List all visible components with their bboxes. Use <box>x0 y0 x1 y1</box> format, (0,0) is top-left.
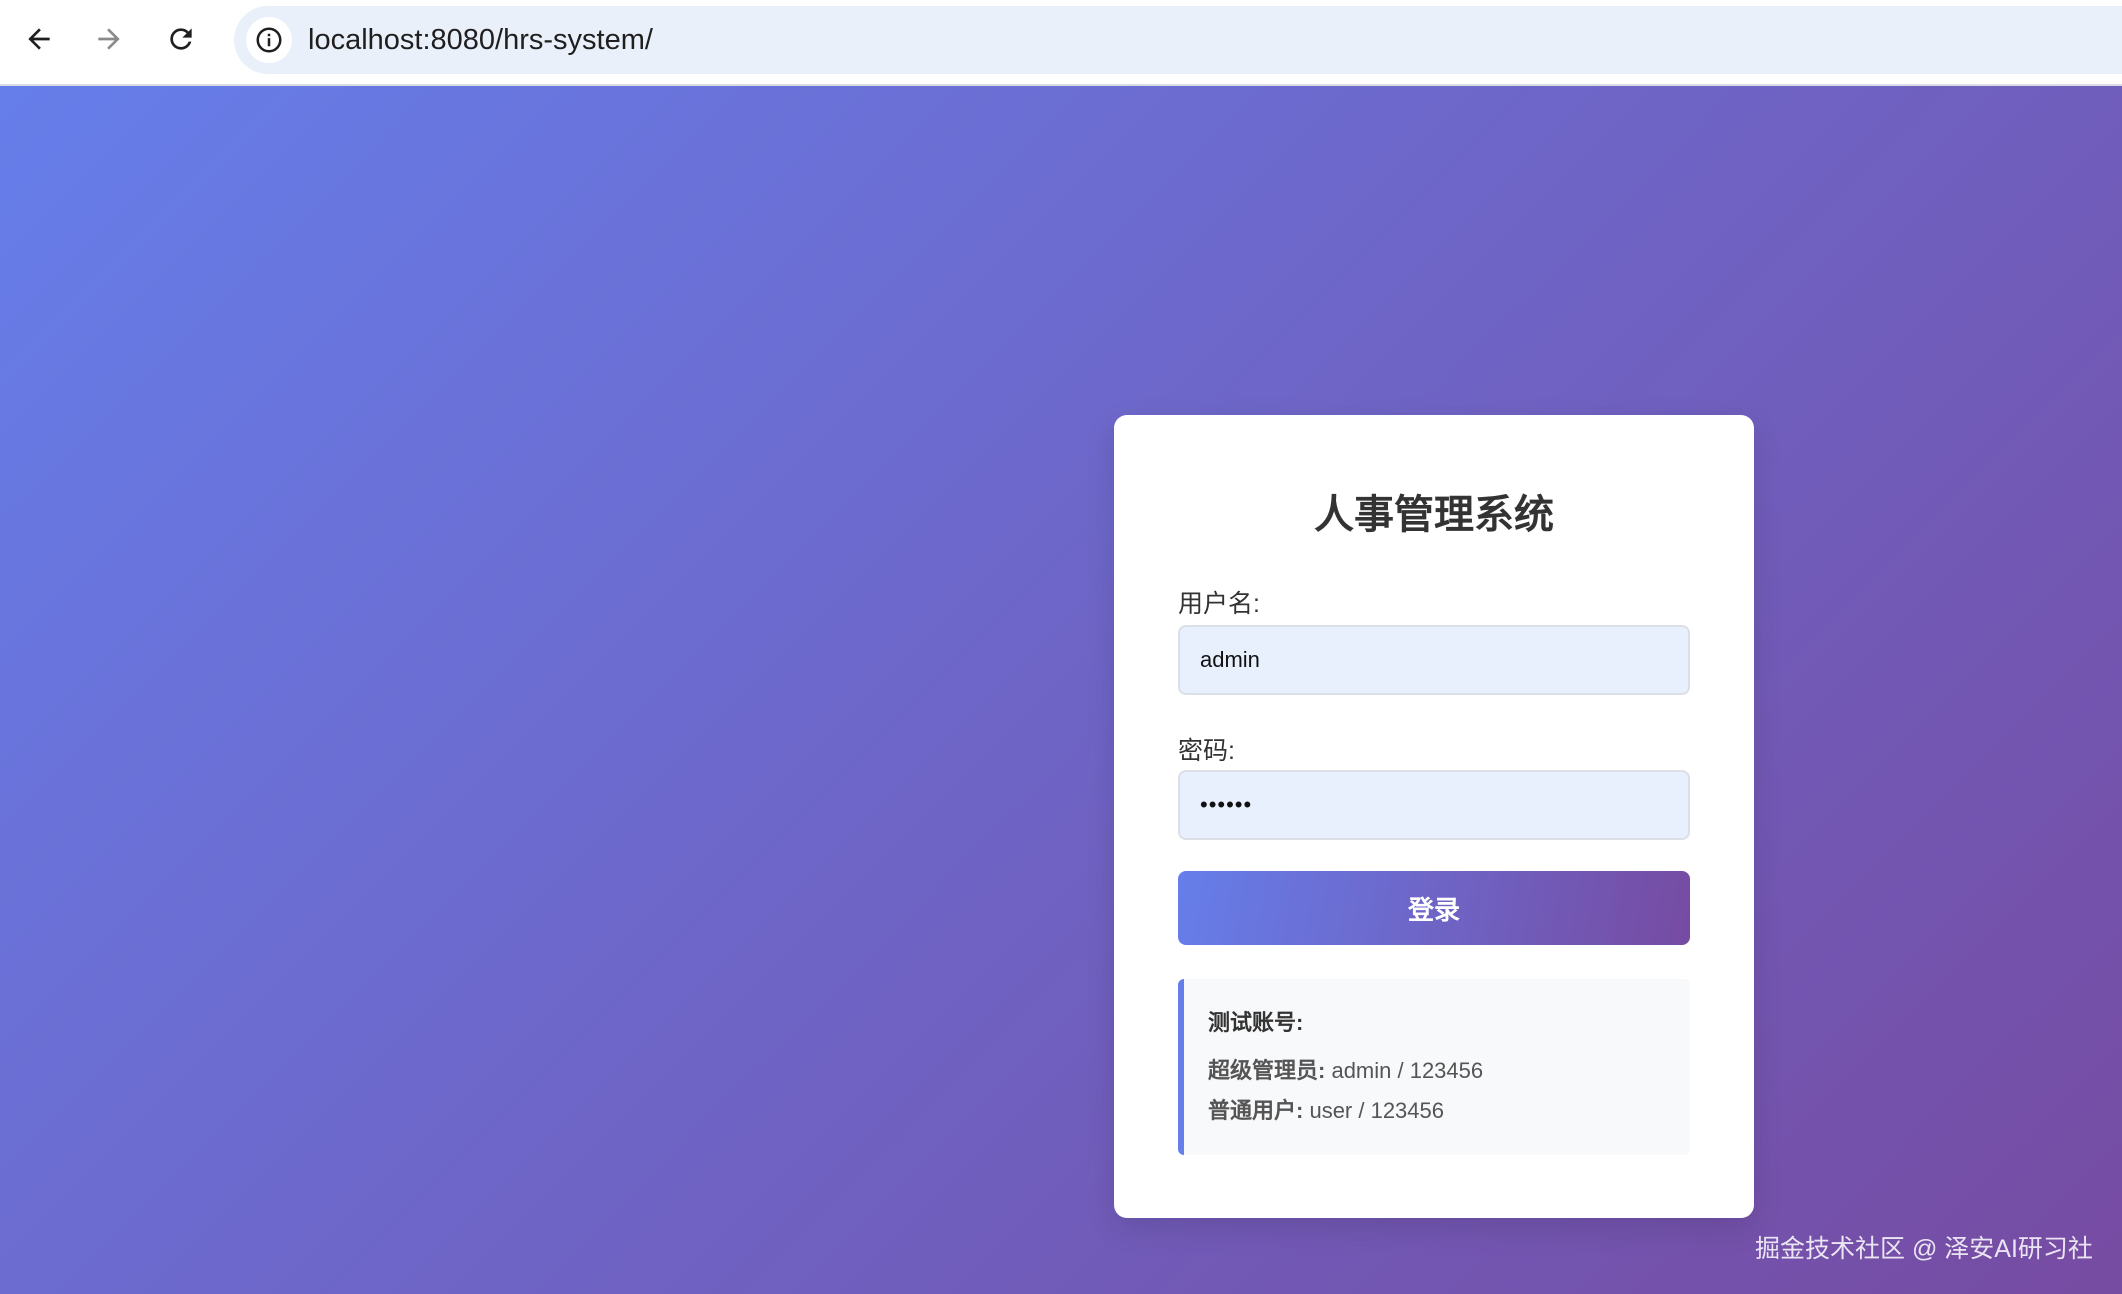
username-label: 用户名: <box>1178 590 1260 618</box>
browser-toolbar: localhost:8080/hrs-system/ <box>0 0 2122 86</box>
password-input[interactable] <box>1178 770 1690 840</box>
forward-arrow-icon[interactable] <box>88 18 130 60</box>
admin-role-label: 超级管理员: <box>1208 1058 1326 1083</box>
password-label: 密码: <box>1178 737 1235 765</box>
address-bar[interactable]: localhost:8080/hrs-system/ <box>234 6 2122 74</box>
test-accounts-box: 测试账号: 超级管理员: admin / 123456 普通用户: user /… <box>1178 979 1690 1155</box>
watermark: 掘金技术社区 @ 泽安AI研习社 <box>1755 1235 2093 1263</box>
page-title: 人事管理系统 <box>1314 493 1554 537</box>
user-role-label: 普通用户: <box>1208 1098 1304 1123</box>
login-card: 人事管理系统 用户名: 密码: 登录 测试账号: 超级管理员: admin / … <box>1114 415 1754 1218</box>
info-icon[interactable] <box>246 17 292 63</box>
user-account-line: 普通用户: user / 123456 <box>1208 1093 1444 1125</box>
url-text[interactable]: localhost:8080/hrs-system/ <box>308 6 653 74</box>
user-credentials: user / 123456 <box>1309 1098 1444 1123</box>
username-input[interactable] <box>1178 625 1690 695</box>
login-page: 人事管理系统 用户名: 密码: 登录 测试账号: 超级管理员: admin / … <box>0 86 2122 1294</box>
reload-icon[interactable] <box>160 18 202 60</box>
back-arrow-icon[interactable] <box>18 18 60 60</box>
test-accounts-title: 测试账号: <box>1208 1010 1304 1035</box>
login-button[interactable]: 登录 <box>1178 871 1690 945</box>
admin-account-line: 超级管理员: admin / 123456 <box>1208 1053 1483 1085</box>
admin-credentials: admin / 123456 <box>1331 1058 1484 1083</box>
